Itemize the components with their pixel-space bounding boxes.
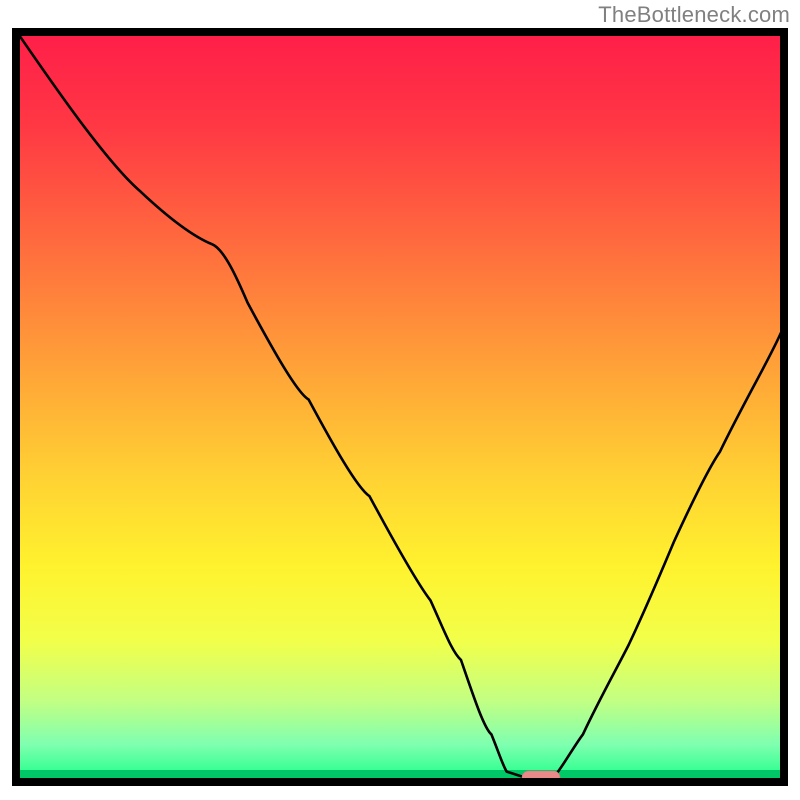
baseline-strip [19, 770, 781, 779]
gradient-background [19, 35, 781, 774]
chart-container: TheBottleneck.com [0, 0, 800, 800]
bottleneck-chart [12, 28, 788, 786]
watermark-text: TheBottleneck.com [598, 2, 790, 28]
